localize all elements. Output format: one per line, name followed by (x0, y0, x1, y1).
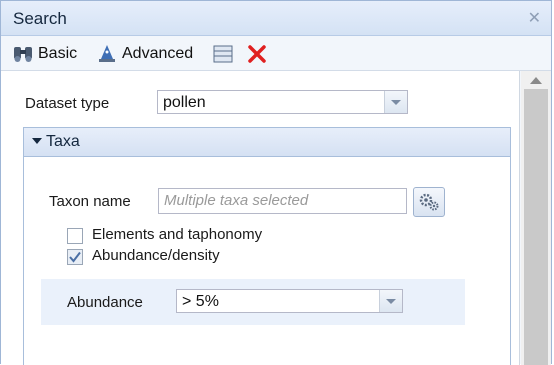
clear-button[interactable] (246, 43, 268, 65)
taxon-picker-button[interactable] (413, 187, 445, 217)
advanced-button[interactable]: Advanced (96, 43, 193, 65)
taxa-panel-title: Taxa (46, 133, 80, 150)
red-x-icon (246, 44, 268, 64)
elements-taphonomy-checkbox[interactable] (67, 228, 83, 244)
chevron-down-icon[interactable] (379, 290, 402, 312)
title-bar[interactable]: Search ✕ (1, 1, 551, 36)
taxa-panel-header[interactable]: Taxa (24, 128, 510, 157)
basic-label: Basic (38, 45, 78, 62)
elements-taphonomy-label: Elements and taphonomy (92, 226, 263, 243)
taxon-name-label: Taxon name (49, 193, 131, 210)
abundance-select[interactable]: > 5% (176, 289, 403, 313)
close-icon[interactable]: ✕ (528, 8, 541, 28)
vertical-scrollbar[interactable] (521, 71, 551, 365)
abundance-value: > 5% (182, 293, 219, 310)
list-button[interactable] (212, 43, 234, 65)
list-icon (212, 44, 234, 64)
taxa-panel: Taxa (23, 127, 511, 365)
wizard-icon (96, 44, 118, 64)
scroll-up-icon[interactable] (530, 77, 542, 84)
dataset-type-label: Dataset type (25, 95, 110, 112)
taxon-name-input[interactable]: Multiple taxa selected (158, 188, 407, 214)
basic-button[interactable]: Basic (12, 43, 77, 65)
search-window: Search ✕ Basic Advanced Dataset type pol… (0, 0, 552, 365)
abundance-label: Abundance (67, 294, 143, 311)
dataset-type-value: pollen (163, 94, 206, 111)
collapse-caret-icon[interactable] (32, 138, 42, 144)
search-content: Dataset type pollen Taxa Taxon name Mult… (1, 71, 520, 365)
binoculars-icon (12, 44, 34, 64)
abundance-density-checkbox[interactable] (67, 249, 83, 265)
chevron-down-icon[interactable] (384, 91, 407, 113)
scroll-thumb[interactable] (524, 89, 548, 365)
toolbar: Basic Advanced (1, 36, 551, 71)
taxon-name-placeholder: Multiple taxa selected (164, 192, 309, 209)
checkmark-icon (69, 251, 81, 263)
dataset-type-select[interactable]: pollen (157, 90, 408, 114)
abundance-density-label: Abundance/density (92, 247, 220, 264)
advanced-label: Advanced (122, 45, 194, 62)
window-title: Search (13, 9, 67, 28)
gears-icon (419, 193, 439, 211)
